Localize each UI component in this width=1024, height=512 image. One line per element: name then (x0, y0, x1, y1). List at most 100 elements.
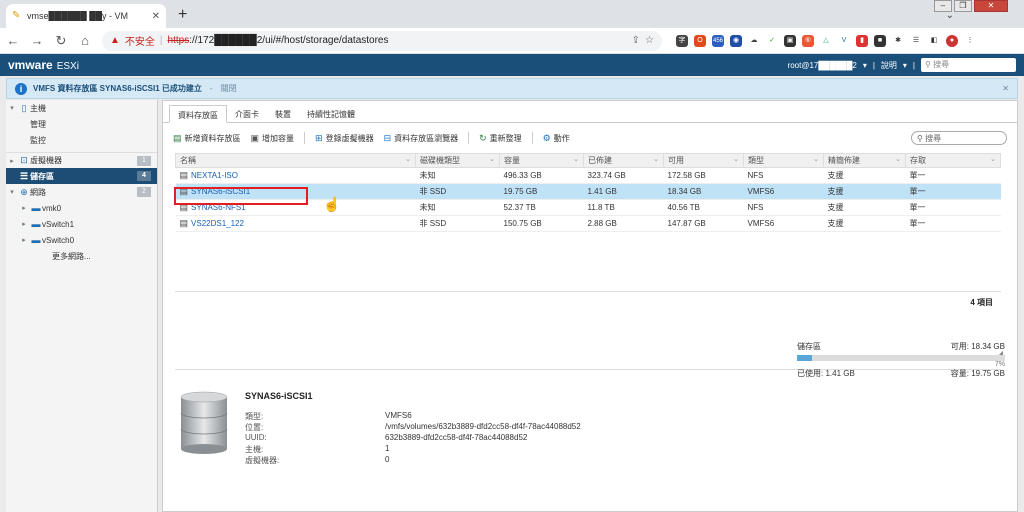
minimize-button[interactable]: – (934, 0, 952, 12)
bookmark-star-icon[interactable]: ☆ (645, 35, 654, 46)
refresh-button[interactable]: ↻ 重新整理 (479, 133, 522, 144)
notification-dismiss-link[interactable]: 關閉 (221, 83, 237, 94)
reload-icon[interactable]: ↻ (54, 33, 68, 49)
sidebar-item-monitor[interactable]: 監控 (6, 132, 157, 148)
increase-capacity-button[interactable]: ▣ 增加容量 (251, 133, 295, 144)
menu-icon[interactable]: ⋮ (964, 34, 976, 47)
extension-icon[interactable]: 字 (676, 34, 688, 47)
expand-icon: ▸ (22, 205, 26, 212)
vmware-favicon-icon: ✎ (12, 10, 21, 21)
user-menu-chevron-icon[interactable]: ▾ (863, 61, 867, 70)
info-icon: i (15, 82, 27, 95)
new-tab-button[interactable]: + (178, 6, 187, 24)
header-search-input[interactable]: ⚲ 搜尋 (921, 58, 1016, 72)
close-window-button[interactable]: ✕ (974, 0, 1008, 12)
check-extension-icon[interactable]: ✓ (766, 34, 778, 47)
sidebar-item-vmk0[interactable]: ▸ ▬ vmk0 (6, 200, 157, 216)
new-datastore-button[interactable]: ▤ 新增資料存放區 (173, 133, 241, 144)
action-toolbar: ▤ 新增資料存放區 ▣ 增加容量 ⊞ 登錄虛擬機器 ⊟ 資料存放區瀏覽器 ↻ 重新整理 ⚙… (163, 127, 1017, 149)
column-header-access[interactable]: 存取 ⌄ (905, 153, 1001, 168)
extension-badge[interactable]: 456 (712, 34, 724, 47)
register-vm-icon: ⊞ (315, 132, 323, 143)
forward-icon[interactable]: → (30, 33, 44, 48)
datastore-link[interactable]: VS22DS1_122 (191, 219, 244, 228)
refresh-icon: ↻ (479, 132, 487, 143)
tab-devices[interactable]: 裝置 (267, 105, 299, 122)
extension-icon[interactable]: ■ (874, 34, 886, 47)
esxi-app: vmware ESXi root@17██████2 ▾ | 說明 ▾ | ⚲ 搜… (0, 54, 1024, 512)
storage-icon: ☰ (19, 170, 29, 181)
office-extension-icon[interactable]: O (694, 34, 706, 47)
sidebar-item-networking[interactable]: ▾ ⊕ 網路 2 (6, 184, 157, 200)
column-header-thin-provisioning[interactable]: 精簡佈建 ⌄ (823, 153, 906, 168)
help-menu[interactable]: 說明 (881, 60, 897, 71)
extension-icon[interactable]: ▮ (856, 34, 868, 47)
column-header-free[interactable]: 可用 ⌄ (663, 153, 744, 168)
count-badge: 1 (137, 156, 151, 166)
vm-icon: ⊡ (20, 155, 28, 165)
tab-persistent-memory[interactable]: 持續性記憶體 (299, 105, 363, 122)
vmware-logo: vmware ESXi (8, 58, 79, 72)
address-bar[interactable]: ▲ 不安全 | https://172██████2/ui/#/host/sto… (102, 30, 662, 51)
count-badge: 4 (137, 171, 151, 181)
collapse-icon: ▾ (10, 189, 14, 196)
insecure-label: 不安全 (124, 37, 155, 48)
datastore-icon: ▤ (179, 218, 189, 228)
collapse-icon: ▾ (10, 105, 14, 112)
storage-tabs: 資料存放區 介面卡 裝置 持續性記憶體 (163, 105, 1017, 123)
capacity-bar-fill (797, 355, 812, 361)
table-row[interactable]: ▤ VS22DS1_122 非 SSD 150.75 GB 2.88 GB 147… (175, 215, 1001, 232)
url-scheme: https (167, 35, 190, 46)
restore-button[interactable]: ❐ (954, 0, 972, 12)
capacity-label: 儲存區 (797, 342, 821, 351)
register-vm-button[interactable]: ⊞ 登錄虛擬機器 (315, 133, 374, 144)
table-row[interactable]: ▤ NEXTA1-ISO 未知 496.33 GB 323.74 GB 172.5… (175, 167, 1001, 184)
sidebar-item-vswitch1[interactable]: ▸ ▬ vSwitch1 (6, 216, 157, 232)
host-icon: ▯ (21, 102, 27, 113)
back-icon[interactable]: ← (6, 33, 20, 48)
browser-toolbar: ← → ↻ ⌂ ▲ 不安全 | https://172██████2/ui/#/… (0, 28, 1024, 54)
browser-tab-strip: ✎ vmse██████ ██y - VM ✕ + ⌄ – ❐ ✕ (0, 0, 1024, 28)
extension-icon[interactable]: V (838, 34, 850, 47)
puzzle-extensions-icon[interactable]: ✱ (892, 34, 904, 47)
browser-tab[interactable]: ✎ vmse██████ ██y - VM ✕ (6, 4, 166, 28)
sidebar-item-host[interactable]: ▾ ▯ 主機 (6, 100, 157, 116)
sidebar-item-manage[interactable]: 管理 (6, 116, 157, 132)
extension-icon[interactable]: ⑥ (802, 34, 814, 47)
sidebar-item-vms[interactable]: ▸ ⊡ 虛擬機器 1 (6, 152, 157, 168)
capacity-used: 已使用: 1.41 GB (797, 369, 855, 378)
column-header-capacity[interactable]: 容量 ⌄ (499, 153, 584, 168)
close-icon[interactable]: ✕ (1002, 84, 1009, 93)
image-extension-icon[interactable]: ▣ (784, 34, 796, 47)
column-header-name[interactable]: 名稱 ⌄ (175, 153, 416, 168)
datastore-browser-button[interactable]: ⊟ 資料存放區瀏覽器 (384, 133, 459, 144)
grid-search-input[interactable]: ⚲ 搜尋 (911, 131, 1007, 145)
column-header-type[interactable]: 類型 ⌄ (743, 153, 824, 168)
tab-title: vmse██████ ██y - VM (27, 11, 129, 21)
sidebar-item-more-networks[interactable]: 更多網路... (6, 248, 157, 264)
actions-button[interactable]: ⚙ 動作 (543, 133, 570, 144)
drive-extension-icon[interactable]: △ (820, 34, 832, 47)
reading-list-icon[interactable]: ☰ (910, 34, 922, 47)
warning-icon: ▲ (110, 35, 120, 46)
sidebar-item-storage[interactable]: ☰ 儲存區 4 (6, 168, 157, 184)
avatar[interactable]: ● (946, 34, 958, 47)
home-icon[interactable]: ⌂ (78, 33, 92, 48)
user-menu[interactable]: root@17██████2 (788, 61, 857, 70)
datastore-link[interactable]: NEXTA1-ISO (191, 171, 238, 180)
cloud-extension-icon[interactable]: ☁ (748, 34, 760, 47)
share-icon[interactable]: ⇪ (632, 35, 640, 46)
help-chevron-icon[interactable]: ▾ (903, 61, 907, 70)
extension-icon[interactable]: ◉ (730, 34, 742, 47)
sidebar-item-vswitch0[interactable]: ▸ ▬ vSwitch0 (6, 232, 157, 248)
storage-panel: 資料存放區 介面卡 裝置 持續性記憶體 ▤ 新增資料存放區 ▣ 增加容量 ⊞ 登錄虛擬… (162, 100, 1018, 512)
capacity-bar (797, 355, 1005, 361)
column-header-provisioned[interactable]: 已佈建 ⌄ (583, 153, 664, 168)
item-count: 4 項目 (175, 291, 1001, 311)
tab-datastores[interactable]: 資料存放區 (169, 105, 227, 123)
tab-close-icon[interactable]: ✕ (152, 11, 160, 22)
column-header-drive-type[interactable]: 磁碟機類型 ⌄ (415, 153, 500, 168)
tab-adapters[interactable]: 介面卡 (227, 105, 267, 122)
window-controls: – ❐ ✕ (934, 0, 1008, 12)
side-panel-icon[interactable]: ◧ (928, 34, 940, 47)
